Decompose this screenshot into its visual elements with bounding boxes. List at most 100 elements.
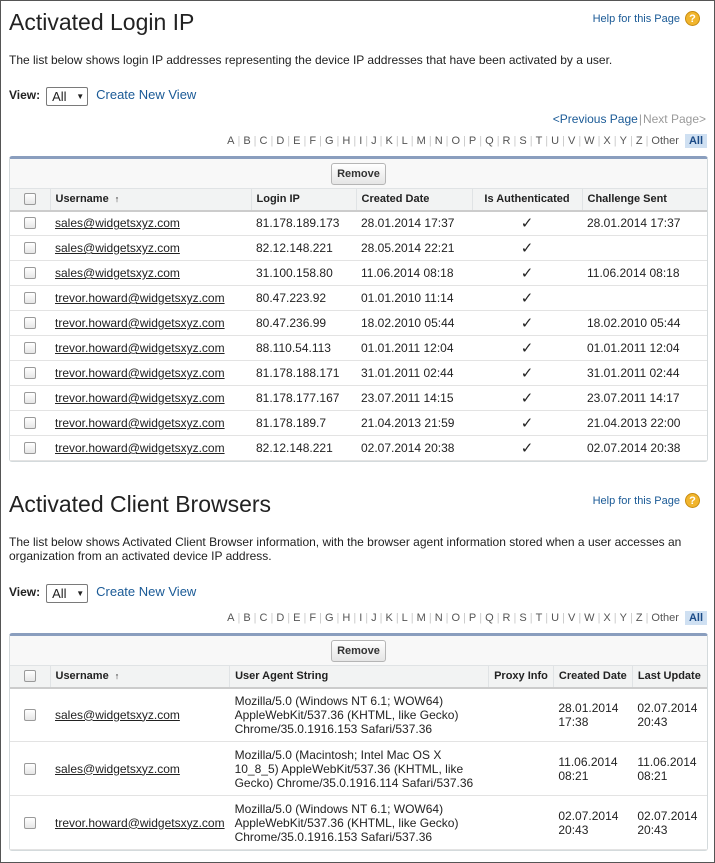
alphabet-filter-s[interactable]: S (516, 612, 529, 624)
alphabet-filter-k[interactable]: K (382, 135, 395, 147)
alphabet-filter-b[interactable]: B (240, 612, 253, 624)
alphabet-filter-r[interactable]: R (500, 135, 514, 147)
alphabet-filter-w[interactable]: W (581, 135, 597, 147)
alphabet-filter-d[interactable]: D (273, 135, 287, 147)
alphabet-filter-s[interactable]: S (516, 135, 529, 147)
alphabet-filter-i[interactable]: I (356, 612, 365, 624)
help-link[interactable]: Help for this Page ? (593, 493, 700, 508)
row-checkbox[interactable] (24, 317, 36, 329)
username-link[interactable]: sales@widgetsxyz.com (55, 762, 180, 776)
username-link[interactable]: trevor.howard@widgetsxyz.com (55, 341, 225, 355)
alphabet-filter-r[interactable]: R (500, 612, 514, 624)
help-link-label[interactable]: Help for this Page (593, 495, 680, 507)
alphabet-filter-n[interactable]: N (432, 135, 446, 147)
alphabet-filter-q[interactable]: Q (482, 135, 497, 147)
column-header-created-date[interactable]: Created Date (355, 188, 472, 212)
column-header-user-agent-string[interactable]: User Agent String (229, 665, 489, 689)
alphabet-filter-m[interactable]: M (414, 612, 429, 624)
alphabet-filter-p[interactable]: P (466, 135, 479, 147)
username-link[interactable]: sales@widgetsxyz.com (55, 708, 180, 722)
row-checkbox[interactable] (24, 267, 36, 279)
row-checkbox[interactable] (24, 367, 36, 379)
alphabet-filter-l[interactable]: L (399, 135, 411, 147)
alphabet-filter-x[interactable]: X (600, 135, 613, 147)
alphabet-filter-all[interactable]: All (684, 134, 707, 148)
column-header-proxy-info[interactable]: Proxy Info (488, 665, 554, 689)
alphabet-filter-g[interactable]: G (322, 135, 337, 147)
row-checkbox[interactable] (24, 217, 36, 230)
row-checkbox[interactable] (24, 442, 36, 454)
alphabet-filter-e[interactable]: E (290, 135, 303, 147)
alphabet-filter-l[interactable]: L (399, 612, 411, 624)
alphabet-filter-t[interactable]: T (533, 135, 546, 147)
alphabet-filter-w[interactable]: W (581, 612, 597, 624)
alphabet-filter-f[interactable]: F (306, 612, 319, 624)
select-all-checkbox[interactable] (23, 193, 36, 206)
alphabet-filter-z[interactable]: Z (633, 135, 646, 147)
alphabet-filter-z[interactable]: Z (633, 612, 646, 624)
username-link[interactable]: trevor.howard@widgetsxyz.com (55, 416, 225, 430)
column-header-username[interactable]: Username ↑ (49, 665, 230, 689)
column-header-challenge-sent[interactable]: Challenge Sent (581, 188, 707, 212)
alphabet-filter-o[interactable]: O (449, 135, 464, 147)
alphabet-filter-i[interactable]: I (356, 135, 365, 147)
alphabet-filter-v[interactable]: V (565, 135, 578, 147)
alphabet-filter-h[interactable]: H (339, 612, 353, 624)
row-checkbox[interactable] (24, 708, 36, 721)
alphabet-filter-j[interactable]: J (368, 612, 380, 624)
username-link[interactable]: trevor.howard@widgetsxyz.com (55, 441, 225, 455)
alphabet-filter-p[interactable]: P (466, 612, 479, 624)
alphabet-filter-h[interactable]: H (339, 135, 353, 147)
alphabet-filter-u[interactable]: U (548, 612, 562, 624)
alphabet-filter-e[interactable]: E (290, 612, 303, 624)
username-link[interactable]: trevor.howard@widgetsxyz.com (55, 816, 225, 830)
alphabet-filter-k[interactable]: K (382, 612, 395, 624)
help-link[interactable]: Help for this Page ? (593, 11, 700, 26)
row-checkbox[interactable] (24, 242, 36, 254)
row-checkbox[interactable] (24, 392, 36, 404)
alphabet-filter-a[interactable]: A (224, 135, 237, 147)
alphabet-filter-other[interactable]: Other (648, 612, 682, 624)
username-link[interactable]: trevor.howard@widgetsxyz.com (55, 366, 225, 380)
column-header-username[interactable]: Username ↑ (49, 188, 251, 212)
alphabet-filter-b[interactable]: B (240, 135, 253, 147)
username-link[interactable]: sales@widgetsxyz.com (55, 266, 180, 280)
alphabet-filter-g[interactable]: G (322, 612, 337, 624)
help-icon[interactable]: ? (685, 493, 700, 508)
alphabet-filter-y[interactable]: Y (617, 135, 630, 147)
alphabet-filter-t[interactable]: T (533, 612, 546, 624)
alphabet-filter-all[interactable]: All (684, 611, 707, 625)
view-select[interactable]: All ▼ (46, 584, 89, 603)
select-all-checkbox[interactable] (23, 670, 36, 683)
alphabet-filter-n[interactable]: N (432, 612, 446, 624)
alphabet-filter-j[interactable]: J (368, 135, 380, 147)
column-header-is-authenticated[interactable]: Is Authenticated (471, 188, 582, 212)
alphabet-filter-d[interactable]: D (273, 612, 287, 624)
column-header-last-update[interactable]: Last Update (631, 665, 707, 689)
alphabet-filter-q[interactable]: Q (482, 612, 497, 624)
username-link[interactable]: sales@widgetsxyz.com (55, 241, 180, 255)
remove-button[interactable]: Remove (331, 639, 386, 662)
username-link[interactable]: trevor.howard@widgetsxyz.com (55, 316, 225, 330)
create-new-view-link[interactable]: Create New View (96, 87, 196, 102)
alphabet-filter-u[interactable]: U (548, 135, 562, 147)
alphabet-filter-v[interactable]: V (565, 612, 578, 624)
username-link[interactable]: trevor.howard@widgetsxyz.com (55, 291, 225, 305)
alphabet-filter-c[interactable]: C (257, 612, 271, 624)
alphabet-filter-m[interactable]: M (414, 135, 429, 147)
help-link-label[interactable]: Help for this Page (593, 13, 680, 25)
row-checkbox[interactable] (24, 292, 36, 304)
username-link[interactable]: trevor.howard@widgetsxyz.com (55, 391, 225, 405)
username-link[interactable]: sales@widgetsxyz.com (55, 216, 180, 230)
alphabet-filter-f[interactable]: F (306, 135, 319, 147)
alphabet-filter-other[interactable]: Other (648, 135, 682, 147)
row-checkbox[interactable] (24, 816, 36, 829)
help-icon[interactable]: ? (685, 11, 700, 26)
remove-button[interactable]: Remove (331, 162, 386, 185)
column-header-created-date[interactable]: Created Date (552, 665, 633, 689)
alphabet-filter-c[interactable]: C (257, 135, 271, 147)
column-header-login-ip[interactable]: Login IP (250, 188, 356, 212)
row-checkbox[interactable] (24, 342, 36, 354)
view-select[interactable]: All ▼ (46, 87, 89, 106)
alphabet-filter-y[interactable]: Y (617, 612, 630, 624)
